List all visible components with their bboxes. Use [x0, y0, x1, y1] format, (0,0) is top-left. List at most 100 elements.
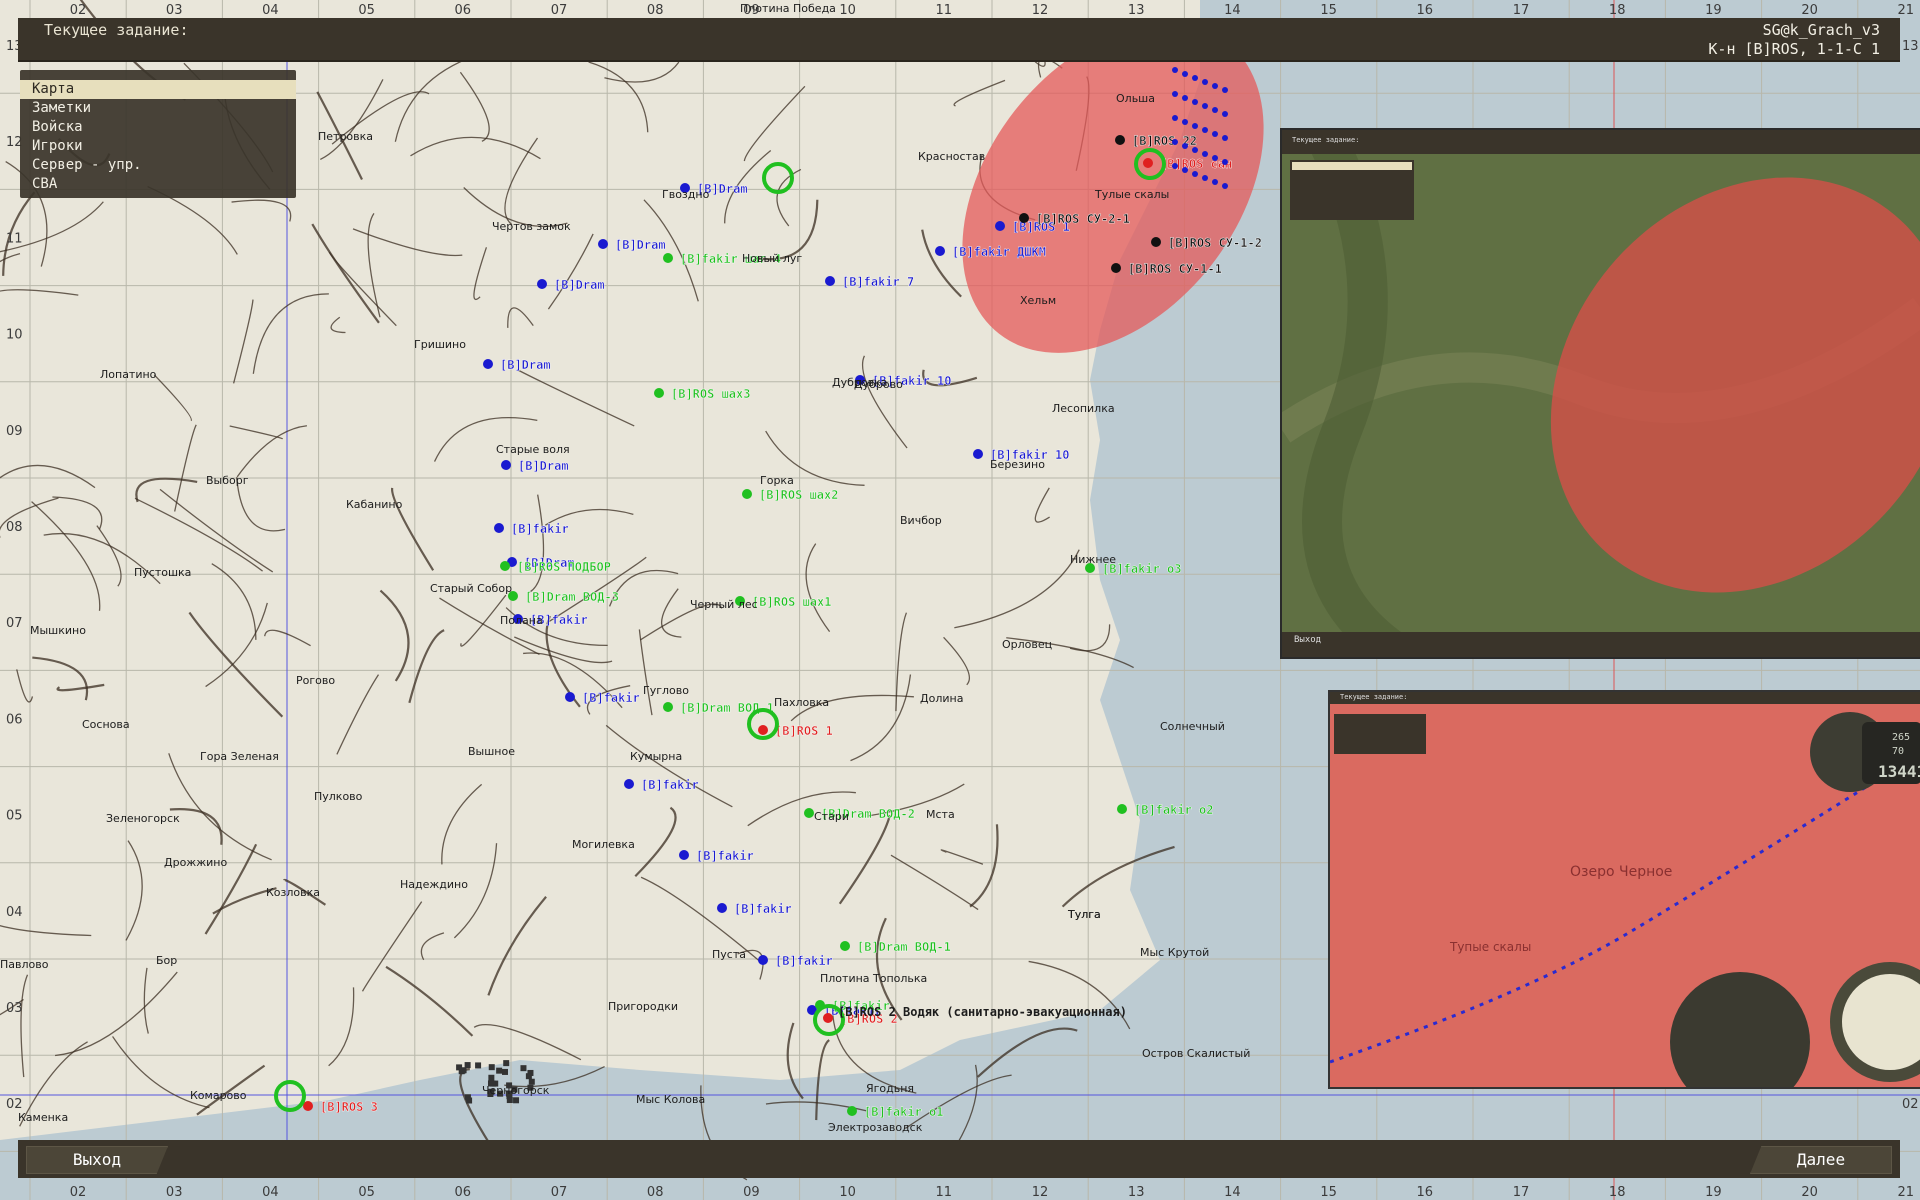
inset2-task-label: Текущее задание:: [1340, 693, 1408, 701]
road: [634, 806, 677, 878]
medic-annotation: [B]ROS 2 Водяк (санитарно-эвакуационная): [838, 1005, 1127, 1019]
building: [496, 1067, 503, 1074]
unit-trail-dot: [1172, 139, 1178, 145]
unit-trail-dot: [1182, 119, 1188, 125]
road: [394, 49, 495, 142]
grid-col-label-bottom: 12: [1032, 1185, 1049, 1200]
building: [488, 1074, 495, 1081]
unit-trail-dot: [1192, 171, 1198, 177]
unit-dot: [1111, 263, 1121, 273]
unit-label: [B]Dram ВОД-1: [857, 940, 951, 954]
grid-row-label-left: 09: [6, 424, 23, 439]
road: [236, 425, 307, 478]
unit-label: [B]Dram: [500, 358, 551, 372]
exit-button[interactable]: Выход: [26, 1146, 168, 1174]
grid-col-label-top: 08: [647, 3, 664, 18]
grid-col-label-bottom: 04: [262, 1185, 279, 1200]
unit-trail-dot: [1212, 179, 1218, 185]
player-name: К-н [B]ROS, 1-1-C 1: [1708, 40, 1880, 58]
town-label: Пахловка: [774, 696, 829, 709]
road: [328, 987, 355, 1067]
unit-label: [B]ROS шах1: [752, 595, 831, 609]
unit-trail-dot: [1222, 183, 1228, 189]
menu-item-server[interactable]: Сервер - упр.: [20, 156, 296, 175]
unit-blue: [B]fakir: [758, 954, 833, 968]
road: [604, 61, 680, 83]
unit-trail-dot: [1172, 67, 1178, 73]
unit-blue: [B]fakir: [494, 522, 569, 536]
unit-trail-dot: [1192, 123, 1198, 129]
grid-col-label-bottom: 09: [743, 1185, 760, 1200]
unit-dot: [742, 489, 752, 499]
town-label: Новый луг: [742, 252, 802, 265]
unit-dot: [624, 779, 634, 789]
grid-col-label-top: 17: [1513, 3, 1530, 18]
grid-col-label-bottom: 15: [1320, 1185, 1337, 1200]
road: [1069, 624, 1111, 652]
road: [776, 168, 802, 227]
unit-label: [B]Dram ВОД-1: [680, 701, 774, 715]
menu-item-sva[interactable]: СВА: [20, 175, 296, 194]
unit-dot: [840, 941, 850, 951]
road: [410, 136, 541, 160]
town-label: Гвоздно: [662, 188, 710, 201]
road: [330, 316, 346, 334]
grid-row-label-left: 05: [6, 809, 23, 824]
road: [231, 199, 292, 222]
unit-green: [B]ROS ПОДБОР: [500, 560, 611, 574]
road: [473, 1024, 582, 1061]
unit-black: [B]ROS СУ-1-1: [1111, 262, 1222, 276]
grid-col-label-top: 03: [166, 3, 183, 18]
menu-item-notes[interactable]: Заметки: [20, 99, 296, 118]
road: [529, 494, 545, 593]
unit-label: [B]fakir 7: [842, 275, 914, 289]
grid-col-label-top: 09: [743, 3, 760, 18]
road: [96, 525, 122, 587]
unit-dot: [598, 239, 608, 249]
town-label: Остров Скалистый: [1142, 1047, 1250, 1060]
unit-dot: [500, 561, 510, 571]
road: [264, 629, 311, 647]
road: [805, 543, 831, 633]
unit-trail-dot: [1212, 155, 1218, 161]
menu-item-map[interactable]: Карта: [20, 80, 296, 99]
town-label: Мыс Крутой: [1140, 946, 1209, 959]
unit-black: [B]ROS СУ-2-1: [1019, 212, 1130, 226]
current-task-label: Текущее задание:: [44, 21, 189, 39]
grid-row-label-left: 10: [6, 328, 23, 343]
unit-trail-dot: [1182, 95, 1188, 101]
grid-row-label-left: 04: [6, 905, 23, 920]
grid-col-label-top: 06: [455, 3, 472, 18]
town-label: Комарово: [190, 1089, 247, 1102]
unit-label: [B]ROS СУ-2-1: [1036, 212, 1130, 226]
road: [211, 563, 257, 640]
unit-trail-dot: [1222, 111, 1228, 117]
road: [545, 615, 581, 708]
unit-blue: [B]fakir 7: [825, 275, 914, 289]
menu-item-players[interactable]: Игроки: [20, 137, 296, 156]
road: [838, 815, 891, 905]
road: [514, 636, 613, 664]
building: [464, 1062, 471, 1069]
grid-col-label-top: 16: [1417, 3, 1434, 18]
unit-dot: [758, 725, 768, 735]
unit-dot: [825, 276, 835, 286]
unit-label: [B]fakir: [582, 691, 640, 705]
inset-satellite-screenshot: Текущее задание: Выход: [1280, 128, 1920, 659]
road: [20, 974, 29, 1078]
unit-label: [B]fakir о2: [1134, 803, 1213, 817]
unit-blue: [B]fakir: [624, 778, 699, 792]
menu-item-units[interactable]: Войска: [20, 118, 296, 137]
road: [328, 251, 397, 327]
inset-zoomed-map: Текущее задание: Озеро Черное Тупые скал…: [1328, 690, 1920, 1089]
road: [954, 549, 1080, 629]
road: [547, 233, 594, 310]
next-button[interactable]: Далее: [1750, 1146, 1892, 1174]
unit-green: [B]ROS шах2: [742, 488, 839, 502]
building: [503, 1060, 510, 1067]
grid-col-label-bottom: 21: [1898, 1185, 1915, 1200]
town-label: Вичбор: [900, 514, 942, 527]
grid-col-label-bottom: 07: [551, 1185, 568, 1200]
town-label: Дрожжино: [164, 856, 227, 869]
unit-trail-dot: [1222, 159, 1228, 165]
